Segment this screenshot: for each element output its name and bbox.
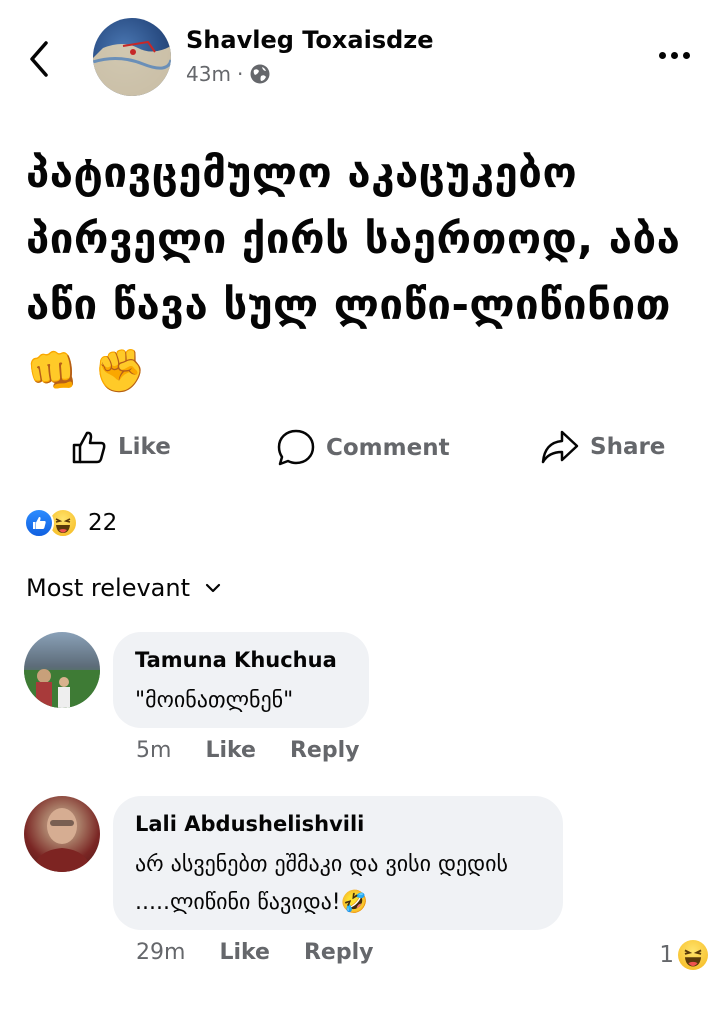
post-time[interactable]: 43m [186, 62, 231, 86]
commenter-name[interactable]: Lali Abdushelishvili [135, 812, 541, 836]
comment-bubble: Tamuna Khuchua "მოინათლნენ" [113, 632, 369, 728]
comment-reaction-summary[interactable]: 1 [659, 940, 708, 970]
comment-like-button[interactable]: Like [205, 738, 256, 763]
post-text: პატივცემულო აკაცუკებო პირველი ქირს საერთ… [26, 148, 681, 395]
dot-icon [670, 51, 678, 59]
comment-meta: 29m Like Reply [136, 940, 373, 965]
sort-label: Most relevant [26, 574, 191, 602]
comment-reply-button[interactable]: Reply [304, 940, 374, 965]
comment-meta: 5m Like Reply [136, 738, 359, 763]
chevron-down-icon [205, 583, 221, 593]
post-meta: 43m · [186, 62, 271, 86]
person-photo-icon [32, 808, 92, 872]
dot-icon [682, 51, 690, 59]
comment-text: არ ასვენებთ ეშმაკი და ვისი დედის .....ლი… [135, 852, 509, 915]
post-header: Shavleg Toxaisdze 43m · [0, 0, 722, 110]
comment-time[interactable]: 29m [136, 940, 185, 965]
like-button[interactable]: Like [70, 428, 171, 466]
share-button[interactable]: Share [540, 428, 665, 466]
author-name[interactable]: Shavleg Toxaisdze [186, 26, 434, 54]
comment-like-button[interactable]: Like [219, 940, 270, 965]
comment-text: "მოინათლნენ" [135, 688, 294, 713]
more-options-button[interactable] [654, 40, 694, 70]
comment-time[interactable]: 5m [136, 738, 171, 763]
dot-icon [658, 51, 666, 59]
share-label: Share [590, 434, 666, 460]
speech-bubble-icon [277, 429, 315, 466]
thumbs-up-icon [72, 431, 106, 464]
back-button[interactable] [26, 34, 66, 84]
comment-reaction-count: 1 [659, 942, 674, 968]
commenter-avatar[interactable] [24, 632, 100, 708]
globe-icon [250, 64, 270, 84]
like-label: Like [118, 434, 171, 460]
reaction-count: 22 [88, 510, 118, 536]
comment-label: Comment [326, 435, 450, 461]
like-reaction-icon [24, 508, 54, 538]
comment-bubble: Lali Abdushelishvili არ ასვენებთ ეშმაკი … [113, 796, 563, 930]
reactions-summary[interactable]: 22 [24, 508, 117, 538]
commenter-avatar[interactable] [24, 796, 100, 872]
comment-reply-button[interactable]: Reply [290, 738, 360, 763]
meta-separator: · [236, 62, 244, 86]
commenter-name[interactable]: Tamuna Khuchua [135, 648, 347, 672]
post-action-bar: Like Comment Share [0, 420, 722, 476]
author-avatar[interactable] [93, 18, 171, 96]
map-image-icon [93, 40, 171, 96]
stadium-photo-icon [24, 669, 100, 708]
comment-sort-dropdown[interactable]: Most relevant [26, 574, 222, 602]
chevron-left-icon [30, 41, 48, 77]
haha-reaction-icon [678, 940, 708, 970]
share-arrow-icon [541, 430, 579, 464]
